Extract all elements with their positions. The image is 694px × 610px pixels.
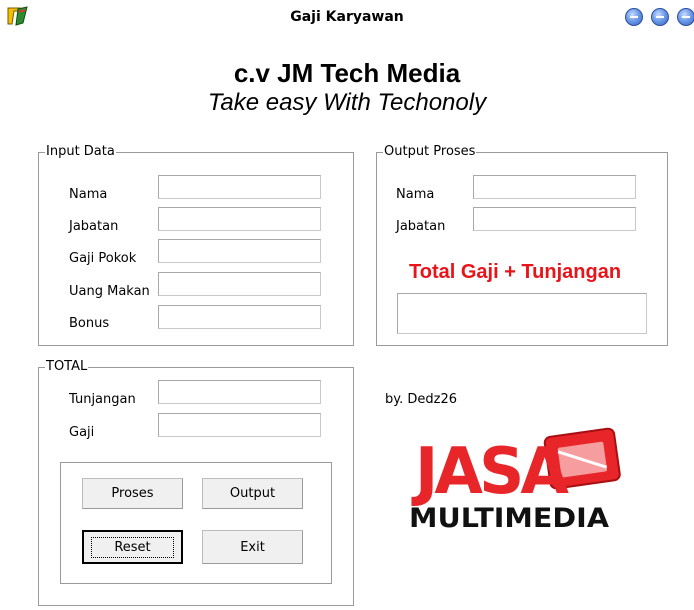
window-title: Gaji Karyawan xyxy=(290,9,404,25)
gaji-pokok-label: Gaji Pokok xyxy=(69,251,137,266)
title-bar: Gaji Karyawan xyxy=(0,0,694,34)
author-credit: by. Dedz26 xyxy=(385,392,457,407)
output-jabatan-field[interactable] xyxy=(473,207,636,231)
proses-button[interactable]: Proses xyxy=(82,478,183,509)
total-gaji-tunjangan-title: Total Gaji + Tunjangan xyxy=(409,261,622,283)
gaji-pokok-input[interactable] xyxy=(158,239,321,263)
output-proses-legend: Output Proses xyxy=(383,144,477,160)
maximize-button[interactable] xyxy=(651,8,669,26)
output-nama-field[interactable] xyxy=(473,175,636,199)
reset-button-label: Reset xyxy=(91,536,174,558)
svg-text:MULTIMEDIA: MULTIMEDIA xyxy=(409,503,609,531)
output-nama-label: Nama xyxy=(396,187,435,202)
reset-button[interactable]: Reset xyxy=(82,530,183,564)
jasa-multimedia-logo: JASA MULTIMEDIA xyxy=(409,427,621,531)
company-name: c.v JM Tech Media xyxy=(233,58,461,88)
total-legend: TOTAL xyxy=(45,359,89,375)
svg-text:JASA: JASA xyxy=(411,435,569,509)
uang-makan-input[interactable] xyxy=(158,272,321,296)
tunjangan-label: Tunjangan xyxy=(69,392,136,407)
exit-button[interactable]: Exit xyxy=(202,530,303,564)
bonus-input[interactable] xyxy=(158,305,321,329)
uang-makan-label: Uang Makan xyxy=(69,284,150,299)
jabatan-label: Jabatan xyxy=(69,219,119,234)
tunjangan-field[interactable] xyxy=(158,380,321,404)
nama-label: Nama xyxy=(69,187,108,202)
minimize-button[interactable] xyxy=(625,8,643,26)
total-gaji-tunjangan-field[interactable] xyxy=(397,293,647,334)
jabatan-input[interactable] xyxy=(158,207,321,231)
close-button[interactable] xyxy=(677,8,694,26)
gaji-field[interactable] xyxy=(158,413,321,437)
output-jabatan-label: Jabatan xyxy=(396,219,446,234)
bonus-label: Bonus xyxy=(69,316,110,331)
gaji-label: Gaji xyxy=(69,425,95,440)
nama-input[interactable] xyxy=(158,175,321,199)
input-data-legend: Input Data xyxy=(45,144,116,160)
tagline: Take easy With Techonoly xyxy=(207,89,487,116)
output-button[interactable]: Output xyxy=(202,478,303,509)
